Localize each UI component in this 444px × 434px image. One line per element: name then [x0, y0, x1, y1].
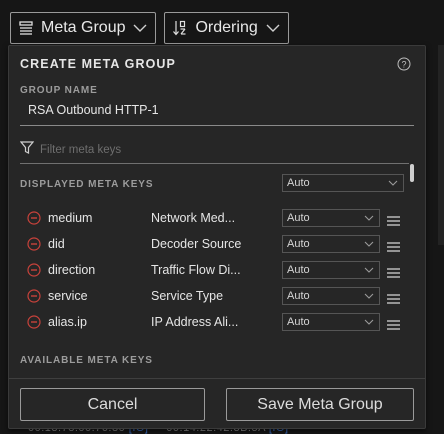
- chevron-down-icon: [364, 213, 374, 225]
- meta-key-mode-select[interactable]: Auto: [282, 287, 380, 305]
- chevron-down-icon: [364, 291, 374, 303]
- meta-key-mode-value: Auto: [287, 238, 310, 250]
- drag-handle-icon[interactable]: [387, 291, 400, 309]
- remove-key-icon[interactable]: [27, 289, 41, 308]
- background-panel-edge: [438, 45, 444, 245]
- group-name-underline: [20, 125, 414, 126]
- available-meta-keys-label: AVAILABLE META KEYS: [20, 355, 153, 366]
- meta-keys-scrollbar[interactable]: [410, 164, 414, 182]
- meta-key-mode-select[interactable]: Auto: [282, 261, 380, 279]
- drag-handle-icon[interactable]: [387, 265, 400, 283]
- displayed-default-value: Auto: [287, 177, 310, 189]
- chevron-down-icon: [364, 317, 374, 329]
- group-name-label: GROUP NAME: [20, 85, 98, 96]
- meta-group-label: Meta Group: [41, 19, 126, 36]
- displayed-default-select[interactable]: Auto: [282, 174, 404, 192]
- meta-key-mode-value: Auto: [287, 264, 310, 276]
- displayed-meta-keys-label: DISPLAYED META KEYS: [20, 179, 154, 190]
- meta-key-row: direction Traffic Flow Di... Auto: [27, 261, 407, 281]
- meta-key-row: did Decoder Source Auto: [27, 235, 407, 255]
- create-meta-group-dialog: CREATE META GROUP ? GROUP NAME RSA Outbo…: [8, 45, 426, 429]
- meta-key-name: did: [48, 237, 65, 251]
- list-icon: [19, 21, 33, 35]
- meta-key-description: Service Type: [151, 289, 224, 303]
- drag-handle-icon[interactable]: [387, 239, 400, 257]
- remove-key-icon[interactable]: [27, 211, 41, 230]
- meta-key-name: service: [48, 289, 88, 303]
- filter-underline: [20, 163, 409, 164]
- sort-icon: [173, 20, 187, 36]
- cancel-button[interactable]: Cancel: [20, 388, 205, 421]
- filter-meta-keys-field[interactable]: Filter meta keys: [19, 141, 121, 159]
- chevron-down-icon: [133, 23, 147, 33]
- meta-key-mode-value: Auto: [287, 212, 310, 224]
- meta-key-mode-value: Auto: [287, 316, 310, 328]
- meta-key-mode-select[interactable]: Auto: [282, 235, 380, 253]
- meta-key-mode-value: Auto: [287, 290, 310, 302]
- meta-key-name: direction: [48, 263, 96, 277]
- meta-key-row: alias.ip IP Address Ali... Auto: [27, 313, 407, 333]
- meta-key-name: alias.ip: [48, 315, 87, 329]
- chevron-down-icon: [364, 239, 374, 251]
- group-name-input[interactable]: RSA Outbound HTTP-1: [28, 103, 159, 117]
- toolbar: Meta Group Ordering: [10, 12, 289, 44]
- drag-handle-icon[interactable]: [387, 317, 400, 335]
- help-icon[interactable]: ?: [397, 57, 411, 76]
- remove-key-icon[interactable]: [27, 263, 41, 282]
- dialog-title: CREATE META GROUP: [20, 57, 176, 71]
- app-root: 00:13:78:00:76:80 [IO] 00:14:22:42:3B:5A…: [0, 0, 444, 434]
- meta-key-mode-select[interactable]: Auto: [282, 313, 380, 331]
- ordering-label: Ordering: [195, 19, 258, 36]
- filter-icon: [19, 141, 35, 159]
- meta-key-name: medium: [48, 211, 93, 225]
- footer-divider: [9, 378, 425, 379]
- meta-key-mode-select[interactable]: Auto: [282, 209, 380, 227]
- save-meta-group-button[interactable]: Save Meta Group: [226, 388, 414, 421]
- remove-key-icon[interactable]: [27, 237, 41, 256]
- drag-handle-icon[interactable]: [387, 213, 400, 231]
- chevron-down-icon: [388, 178, 398, 190]
- filter-meta-keys-input[interactable]: Filter meta keys: [40, 144, 121, 156]
- meta-key-row: medium Network Med... Auto: [27, 209, 407, 229]
- meta-key-description: Traffic Flow Di...: [151, 263, 241, 277]
- svg-text:?: ?: [401, 60, 406, 70]
- chevron-down-icon: [266, 23, 280, 33]
- remove-key-icon[interactable]: [27, 315, 41, 334]
- meta-key-row: service Service Type Auto: [27, 287, 407, 307]
- meta-key-description: Network Med...: [151, 211, 236, 225]
- ordering-button[interactable]: Ordering: [164, 12, 289, 44]
- meta-group-button[interactable]: Meta Group: [10, 12, 157, 44]
- chevron-down-icon: [364, 265, 374, 277]
- meta-key-description: IP Address Ali...: [151, 315, 239, 329]
- meta-key-description: Decoder Source: [151, 237, 242, 251]
